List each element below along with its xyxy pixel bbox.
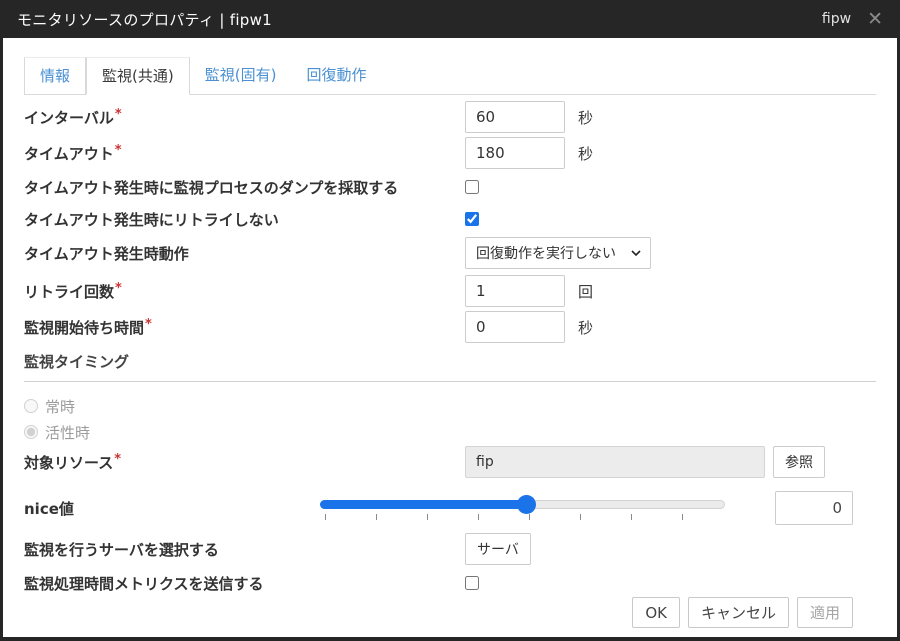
timing-always-label: 常時 [45,396,75,417]
nice-value-row: nice値 [24,491,876,525]
interval-unit: 秒 [578,107,593,128]
dump-on-timeout-label: タイムアウト発生時に監視プロセスのダンプを採取する [24,177,465,198]
no-retry-on-timeout-checkbox[interactable] [465,212,479,226]
wait-start-label: 監視開始待ち時間* [24,317,465,338]
slider-thumb[interactable] [517,495,536,514]
timeout-row: タイムアウト* 秒 [24,137,876,169]
wait-start-input[interactable] [465,311,565,343]
target-resource-row: 対象リソース* 参照 [24,446,876,478]
timing-always-row: 常時 [24,394,876,418]
slider-tick [682,514,683,520]
send-metrics-row: 監視処理時間メトリクスを送信する [24,573,876,593]
required-mark: * [115,143,122,158]
timing-active-label: 活性時 [45,422,90,443]
target-resource-input [465,446,765,478]
interval-input[interactable] [465,101,565,133]
tab-recovery-action[interactable]: 回復動作 [291,57,381,95]
timeout-action-row: タイムアウト発生時動作 回復動作を実行しない [24,237,876,269]
slider-tick [427,514,428,520]
monitor-timing-section-header: 監視タイミング [24,351,876,382]
titlebar-context-label: fipw [822,11,851,27]
slider-tick [631,514,632,520]
no-retry-on-timeout-label: タイムアウト発生時にリトライしない [24,209,465,230]
cancel-button[interactable]: キャンセル [688,597,789,628]
server-button[interactable]: サーバ [465,533,531,565]
monitor-common-form: インターバル* 秒 タイムアウト* 秒 タイムアウト発生時に監視プロセスのダンプ… [24,95,876,637]
browse-button[interactable]: 参照 [773,446,825,478]
interval-label: インターバル* [24,107,465,128]
tab-monitor-special[interactable]: 監視(固有) [190,57,292,95]
dialog-titlebar: モニタリソースのプロパティ | fipw1 fipw ✕ [3,0,897,38]
retry-count-input[interactable] [465,275,565,307]
slider-tick [376,514,377,520]
timing-active-row: 活性時 [24,420,876,444]
dump-on-timeout-row: タイムアウト発生時に監視プロセスのダンプを採取する [24,173,876,201]
close-icon[interactable]: ✕ [867,10,883,29]
target-resource-label: 対象リソース* [24,452,465,473]
slider-tick [529,514,530,520]
timing-always-radio [24,399,38,413]
nice-value-label: nice値 [24,498,320,519]
timeout-input[interactable] [465,137,565,169]
dialog-content: 情報 監視(共通) 監視(固有) 回復動作 インターバル* 秒 タイムアウト* … [3,38,897,637]
server-select-row: 監視を行うサーバを選択する サーバ [24,533,876,565]
required-mark: * [115,281,122,296]
apply-button: 適用 [797,597,853,628]
slider-tick [580,514,581,520]
timeout-unit: 秒 [578,143,593,164]
no-retry-on-timeout-row: タイムアウト発生時にリトライしない [24,205,876,233]
tab-info[interactable]: 情報 [24,57,86,95]
send-metrics-label: 監視処理時間メトリクスを送信する [24,573,465,594]
monitor-resource-properties-dialog: モニタリソースのプロパティ | fipw1 fipw ✕ 情報 監視(共通) 監… [0,0,900,641]
nice-value-slider[interactable] [320,491,725,525]
nice-value-input[interactable] [775,491,853,525]
wait-start-row: 監視開始待ち時間* 秒 [24,311,876,343]
timing-active-radio [24,425,38,439]
timeout-action-selected-value: 回復動作を実行しない [476,243,616,263]
retry-count-unit: 回 [578,281,593,302]
slider-fill [320,500,527,509]
retry-count-label: リトライ回数* [24,281,465,302]
retry-count-row: リトライ回数* 回 [24,275,876,307]
tab-bar: 情報 監視(共通) 監視(固有) 回復動作 [24,56,876,95]
required-mark: * [145,317,152,332]
slider-tick [478,514,479,520]
timeout-action-select[interactable]: 回復動作を実行しない [465,237,651,269]
dialog-footer: OK キャンセル 適用 [24,597,853,628]
timeout-action-label: タイムアウト発生時動作 [24,243,465,264]
server-select-label: 監視を行うサーバを選択する [24,539,465,560]
slider-tick [325,514,326,520]
interval-row: インターバル* 秒 [24,101,876,133]
timeout-label: タイムアウト* [24,143,465,164]
tab-monitor-common[interactable]: 監視(共通) [86,57,190,95]
required-mark: * [115,107,122,122]
send-metrics-checkbox[interactable] [465,576,479,590]
wait-start-unit: 秒 [578,317,593,338]
monitor-timing-section-label: 監視タイミング [24,353,129,371]
dump-on-timeout-checkbox[interactable] [465,180,479,194]
ok-button[interactable]: OK [632,597,680,628]
chevron-down-icon [631,250,641,256]
required-mark: * [114,452,121,467]
dialog-title: モニタリソースのプロパティ | fipw1 [17,9,272,30]
